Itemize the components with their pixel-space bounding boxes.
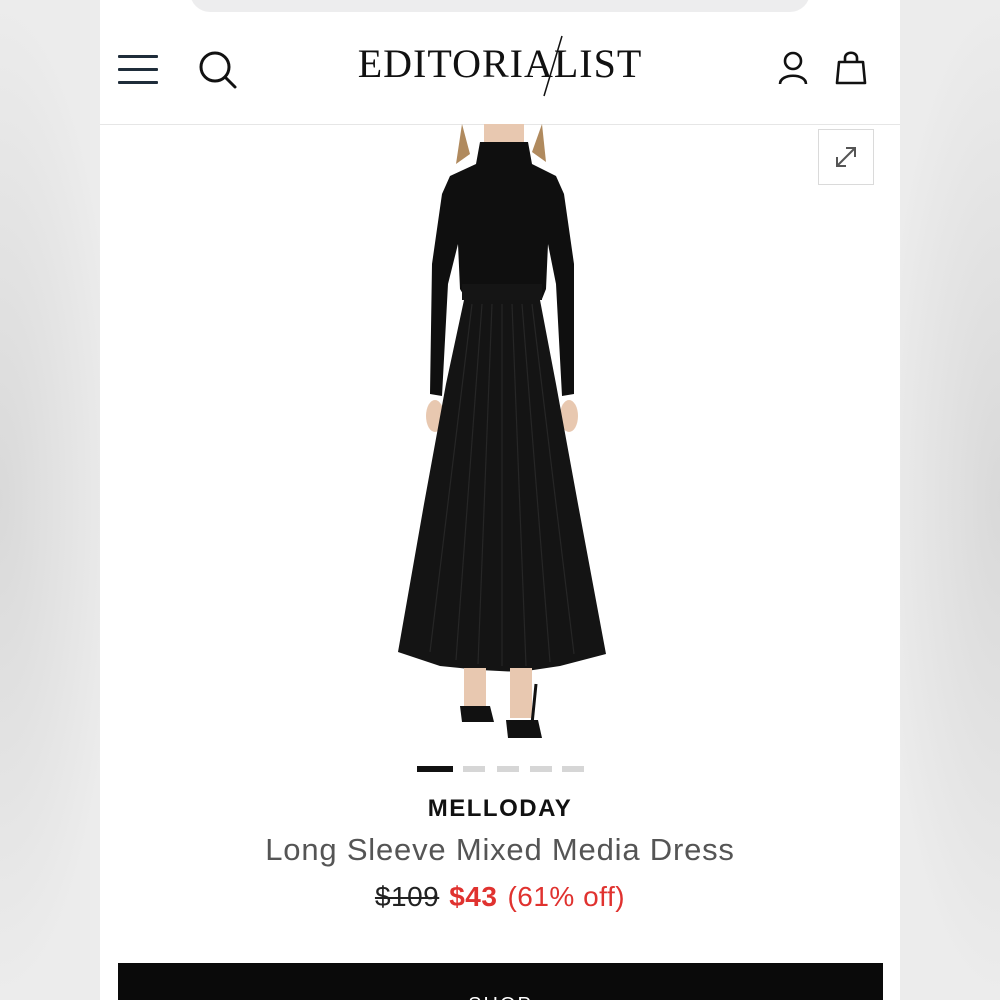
logo-slash-mark xyxy=(543,35,563,97)
discount-label: (61% off) xyxy=(507,881,626,912)
product-image[interactable] xyxy=(360,124,650,754)
product-brand[interactable]: MELLODAY xyxy=(100,795,900,823)
expand-image-button[interactable] xyxy=(818,129,874,185)
expand-icon xyxy=(836,147,856,167)
pagination-dot[interactable] xyxy=(530,766,552,772)
product-page: EDITORIALIST MELLODAY Long Sleeve Mixed … xyxy=(100,0,900,1000)
bag-icon[interactable] xyxy=(834,48,868,86)
pagination-dot[interactable] xyxy=(497,766,519,772)
price-row: $109 $43 (61% off) xyxy=(100,881,900,913)
logo-text: EDITORIALIST xyxy=(357,41,643,86)
product-title: Long Sleeve Mixed Media Dress xyxy=(265,832,735,867)
sale-price: $43 xyxy=(449,881,498,912)
site-header: EDITORIALIST xyxy=(100,0,900,125)
shop-button[interactable]: SHOP xyxy=(118,963,883,1000)
pagination-dot[interactable] xyxy=(463,766,485,772)
original-price: $109 xyxy=(374,881,440,912)
pagination-dot[interactable] xyxy=(417,766,453,772)
user-icon[interactable] xyxy=(776,50,810,86)
pagination-dot[interactable] xyxy=(562,766,584,772)
